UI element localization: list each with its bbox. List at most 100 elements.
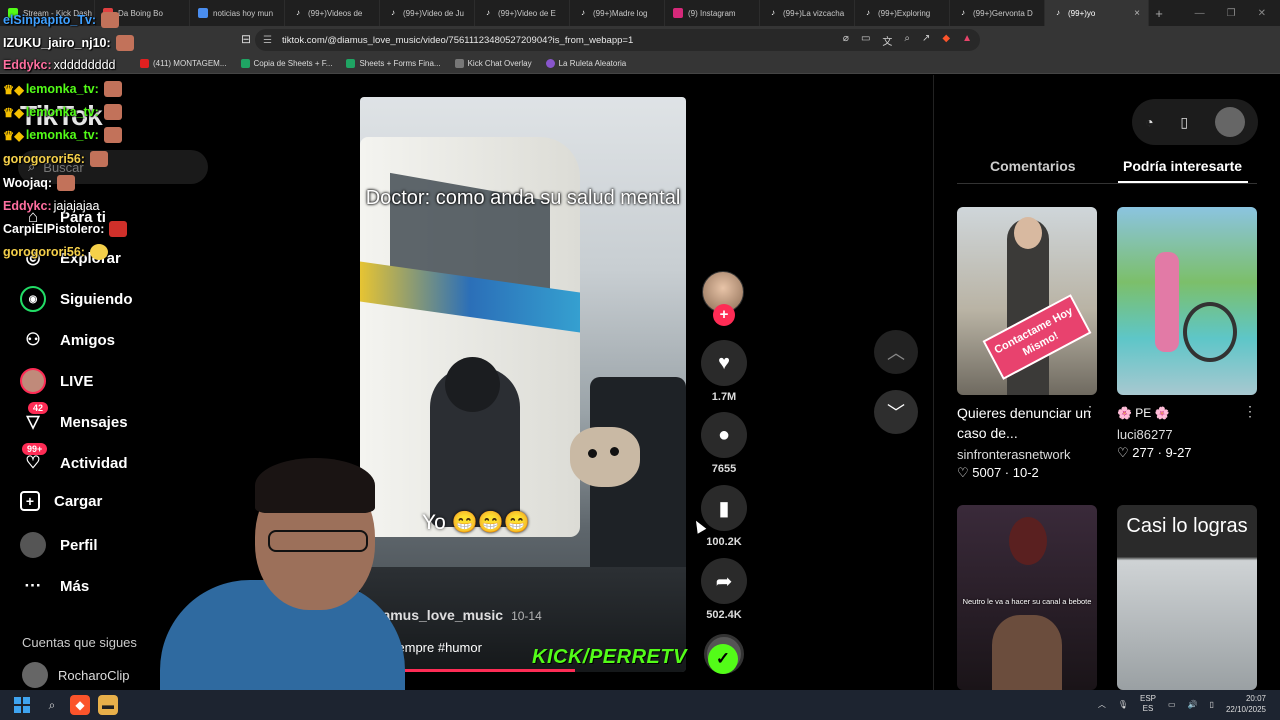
bookmark-save-icon[interactable]: ▮ <box>701 485 747 531</box>
webcam-hair <box>255 458 375 513</box>
device-icon[interactable]: ▯ <box>1180 114 1188 131</box>
browser-tab[interactable]: ♪ (99+)Video de Ju <box>380 0 475 26</box>
bookmark-item[interactable]: Sheets + Forms Fina... <box>346 59 441 68</box>
minimize-icon[interactable]: — <box>1195 8 1205 19</box>
suggested-video-card[interactable]: 🌸 PE 🌸 luci86277 ♡ 277 · 9-27 ⋮ <box>1117 207 1257 461</box>
user-avatar[interactable] <box>1214 107 1245 137</box>
chat-message: elSinpapito_Tv: <box>3 12 120 28</box>
suggested-video-card[interactable]: Neutro le va a hacer su canal a bebote <box>957 505 1097 690</box>
browser-tab-active[interactable]: ♪ (99+)yo × <box>1045 0 1149 26</box>
follow-button[interactable]: + <box>713 304 735 326</box>
tab-suggested[interactable]: Podría interesarte <box>1123 158 1242 174</box>
webcam-glasses <box>268 530 368 552</box>
chat-message: ♛◆ lemonka_tv: <box>3 127 122 143</box>
card-author[interactable]: sinfronterasnetwork <box>957 447 1097 462</box>
chat-user: lemonka_tv: <box>25 105 99 119</box>
chevron-up-icon: ︿ <box>887 343 905 363</box>
chevron-up-icon[interactable]: ︿ <box>1098 699 1106 710</box>
close-tab-icon[interactable]: × <box>1134 8 1140 19</box>
bookmark-item[interactable]: La Ruleta Aleatoria <box>545 59 626 68</box>
clock[interactable]: 20:07 22/10/2025 <box>1226 693 1266 715</box>
video-thumbnail[interactable]: Casi lo logras <box>1117 505 1257 690</box>
more-options-icon[interactable]: ⋮ <box>1243 403 1257 420</box>
tiktok-favicon: ♪ <box>581 8 585 17</box>
browser-tab[interactable]: ♪ (99+)La vizcacha <box>760 0 855 26</box>
tiktok-favicon: ♪ <box>296 8 300 17</box>
share-icon[interactable]: ↗ <box>922 33 930 48</box>
url-bar[interactable]: ☰ tiktok.com/@diamus_love_music/video/75… <box>255 29 980 51</box>
no-track-icon[interactable]: ⌀ <box>843 33 849 48</box>
crown-icon: ♛◆ <box>3 128 24 143</box>
search-icon[interactable]: ⌕ <box>42 695 62 715</box>
browser-tab[interactable]: ♪ (99+)Gervonta D <box>950 0 1045 26</box>
browser-tab[interactable]: ♪ (99+)Videos de <box>285 0 380 26</box>
nav-following[interactable]: ◉ Siguiendo <box>20 286 133 312</box>
bookmark-item[interactable]: Copia de Sheets + F... <box>240 59 332 68</box>
tab-comments[interactable]: Comentarios <box>990 158 1076 174</box>
heart-icon[interactable]: ♥ <box>701 340 747 386</box>
suggested-video-card[interactable]: Casi lo logras <box>1117 505 1257 690</box>
sheets-icon <box>240 59 250 68</box>
windows-start-icon[interactable] <box>14 697 30 713</box>
share-action[interactable]: ➦ 502.4K <box>700 558 748 621</box>
like-action[interactable]: ♥ 1.7M <box>700 340 748 403</box>
thumbnail-subtitle: Neutro le va a hacer su canal a bebote <box>962 597 1092 606</box>
brave-browser-icon[interactable]: ◆ <box>70 695 90 715</box>
upload-icon: + <box>20 491 40 511</box>
nav-more[interactable]: ··· Más <box>20 573 90 599</box>
brave-shield-icon[interactable]: ◆ <box>942 33 950 48</box>
new-tab-button[interactable]: + <box>1149 6 1169 21</box>
language-indicator[interactable]: ESP ES <box>1140 694 1156 714</box>
comment-icon[interactable]: ● <box>701 412 747 458</box>
video-thumbnail[interactable] <box>1117 207 1257 395</box>
video-player[interactable]: Doctor: como anda su salud mental Yo 😁😁😁… <box>360 97 686 672</box>
screen: Stream - Kick Dash Da Boing Bo noticias … <box>0 0 1280 720</box>
video-thumbnail[interactable]: Neutro le va a hacer su canal a bebote <box>957 505 1097 690</box>
rewards-icon[interactable]: ▲ <box>962 33 972 48</box>
browser-tab[interactable]: ♪ (99+)Video de E <box>475 0 570 26</box>
suggested-video-card[interactable]: Contactame Hoy Mismo! Quieres denunciar … <box>957 207 1097 481</box>
volume-icon[interactable]: 🔊 <box>1188 700 1198 709</box>
tab-divider <box>957 183 1257 184</box>
chat-message: gorogorori56: <box>3 244 108 260</box>
video-thumbnail[interactable]: Contactame Hoy Mismo! <box>957 207 1097 395</box>
chat-message: Eddykc: xdddddddd <box>3 58 116 72</box>
zoom-icon[interactable]: ⌕ <box>904 33 910 48</box>
close-window-icon[interactable]: ✕ <box>1258 8 1266 19</box>
video-date: 10-14 <box>511 609 542 623</box>
nav-messages[interactable]: ▽ 42 Mensajes <box>20 402 128 435</box>
battery-icon[interactable]: ▯ <box>1210 700 1214 709</box>
chat-user: gorogorori56: <box>3 152 85 166</box>
browser-tab[interactable]: ♪ (99+)Exploring <box>855 0 950 26</box>
bookmark-item[interactable]: (411) MONTAGEM... <box>140 59 227 68</box>
nav-activity[interactable]: ♡ 99+ Actividad <box>20 443 128 476</box>
browser-tab[interactable]: ♪ (99+)Madre log <box>570 0 665 26</box>
video-progress-bar[interactable] <box>400 669 575 672</box>
nav-friends[interactable]: ⚇ Amigos <box>20 327 115 353</box>
browser-tab[interactable]: noticias hoy mun <box>190 0 285 26</box>
coins-icon[interactable]: ◔ <box>1145 114 1153 130</box>
more-options-icon[interactable]: ⋮ <box>1083 403 1097 420</box>
save-action[interactable]: ▮ 100.2K <box>700 485 748 548</box>
microphone-icon[interactable]: 🎙 <box>1118 700 1128 709</box>
nav-upload[interactable]: + Cargar <box>20 491 102 511</box>
share-arrow-icon[interactable]: ➦ <box>701 558 747 604</box>
browser-tab[interactable]: (9) Instagram <box>665 0 760 26</box>
translate-icon[interactable]: 文 <box>882 33 892 48</box>
maximize-icon[interactable]: ❐ <box>1227 8 1236 19</box>
next-video-button[interactable]: ﹀ <box>874 390 918 434</box>
comment-action[interactable]: ● 7655 <box>700 412 748 475</box>
card-author[interactable]: luci86277 <box>1117 427 1257 442</box>
cast-icon[interactable]: ▭ <box>861 33 870 48</box>
followed-account[interactable]: RocharoClip <box>22 662 130 688</box>
activity-badge: 99+ <box>22 443 48 455</box>
tiktok-favicon: ♪ <box>866 8 870 17</box>
site-info-icon[interactable]: ☰ <box>263 35 272 46</box>
file-explorer-icon[interactable]: ▬ <box>98 695 118 715</box>
network-icon[interactable]: ▭ <box>1168 700 1176 709</box>
nav-profile[interactable]: Perfil <box>20 532 98 558</box>
roulette-icon <box>545 59 555 68</box>
previous-video-button[interactable]: ︿ <box>874 330 918 374</box>
bookmark-item[interactable]: Kick Chat Overlay <box>454 59 532 68</box>
nav-live[interactable]: LIVE <box>20 368 93 394</box>
